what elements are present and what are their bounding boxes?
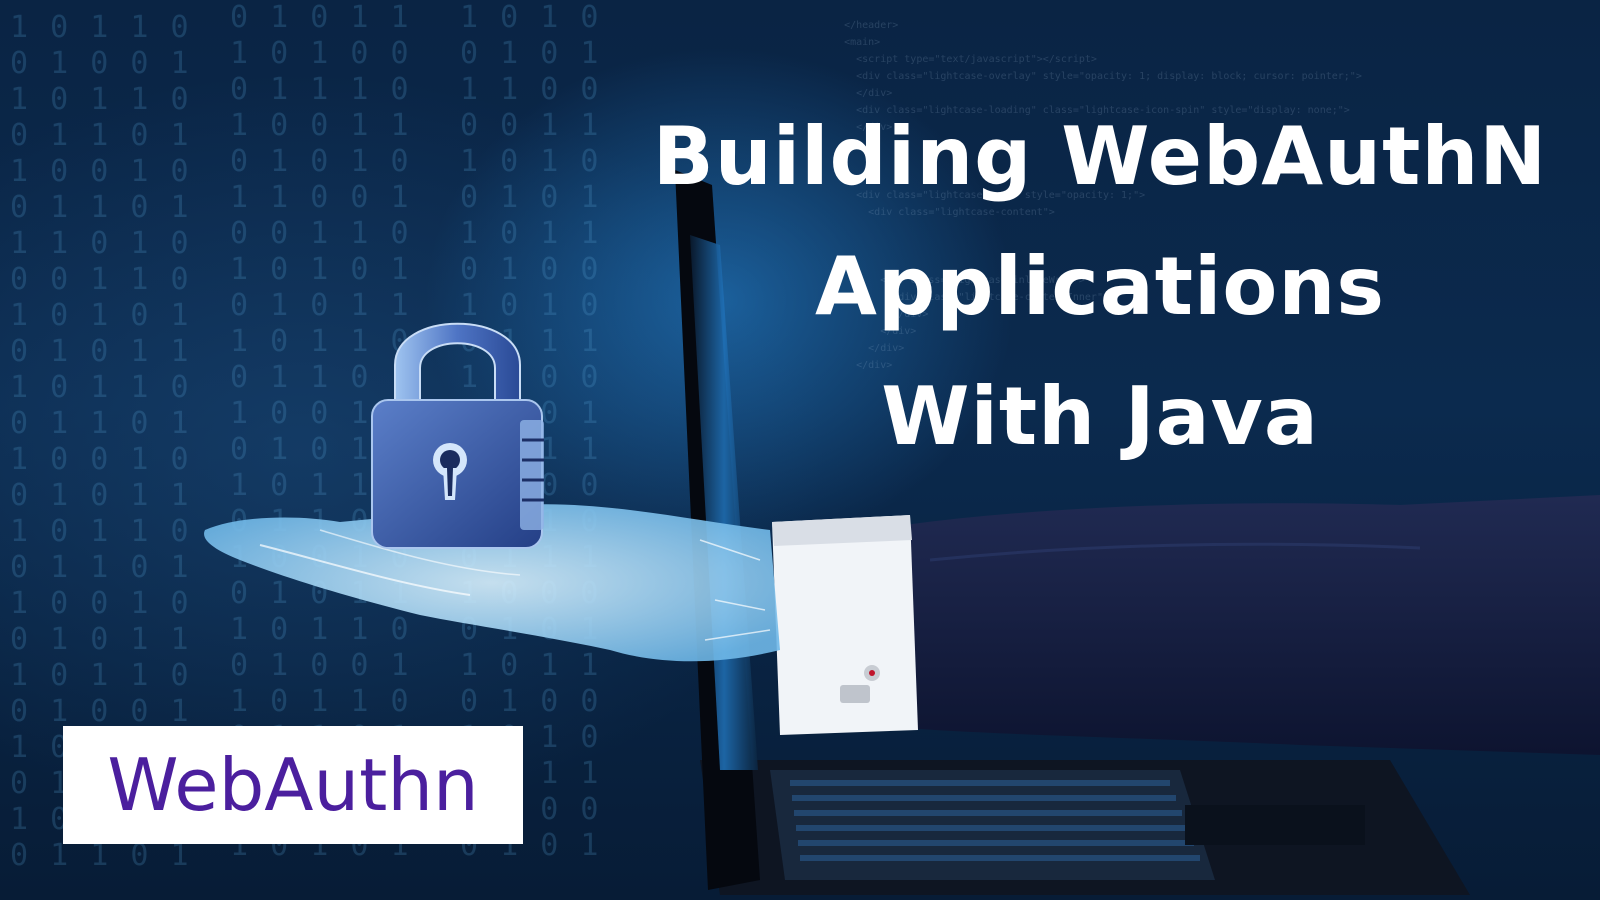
headline: Building WebAuthN Applications With Java: [600, 92, 1600, 482]
headline-line-1: Building WebAuthN: [652, 110, 1548, 203]
headline-line-3: With Java: [881, 370, 1319, 463]
webauthn-logo: WebAuthn: [63, 726, 523, 844]
webauthn-logo-text: WebAuthn: [107, 743, 479, 827]
background-scene: 1 0 1 1 0 0 1 0 0 1 1 0 1 1 0 0 1 1 0 1 …: [0, 0, 1600, 900]
headline-line-2: Applications: [815, 240, 1385, 333]
padlock-icon: [371, 322, 544, 549]
business-arm: [772, 495, 1600, 755]
